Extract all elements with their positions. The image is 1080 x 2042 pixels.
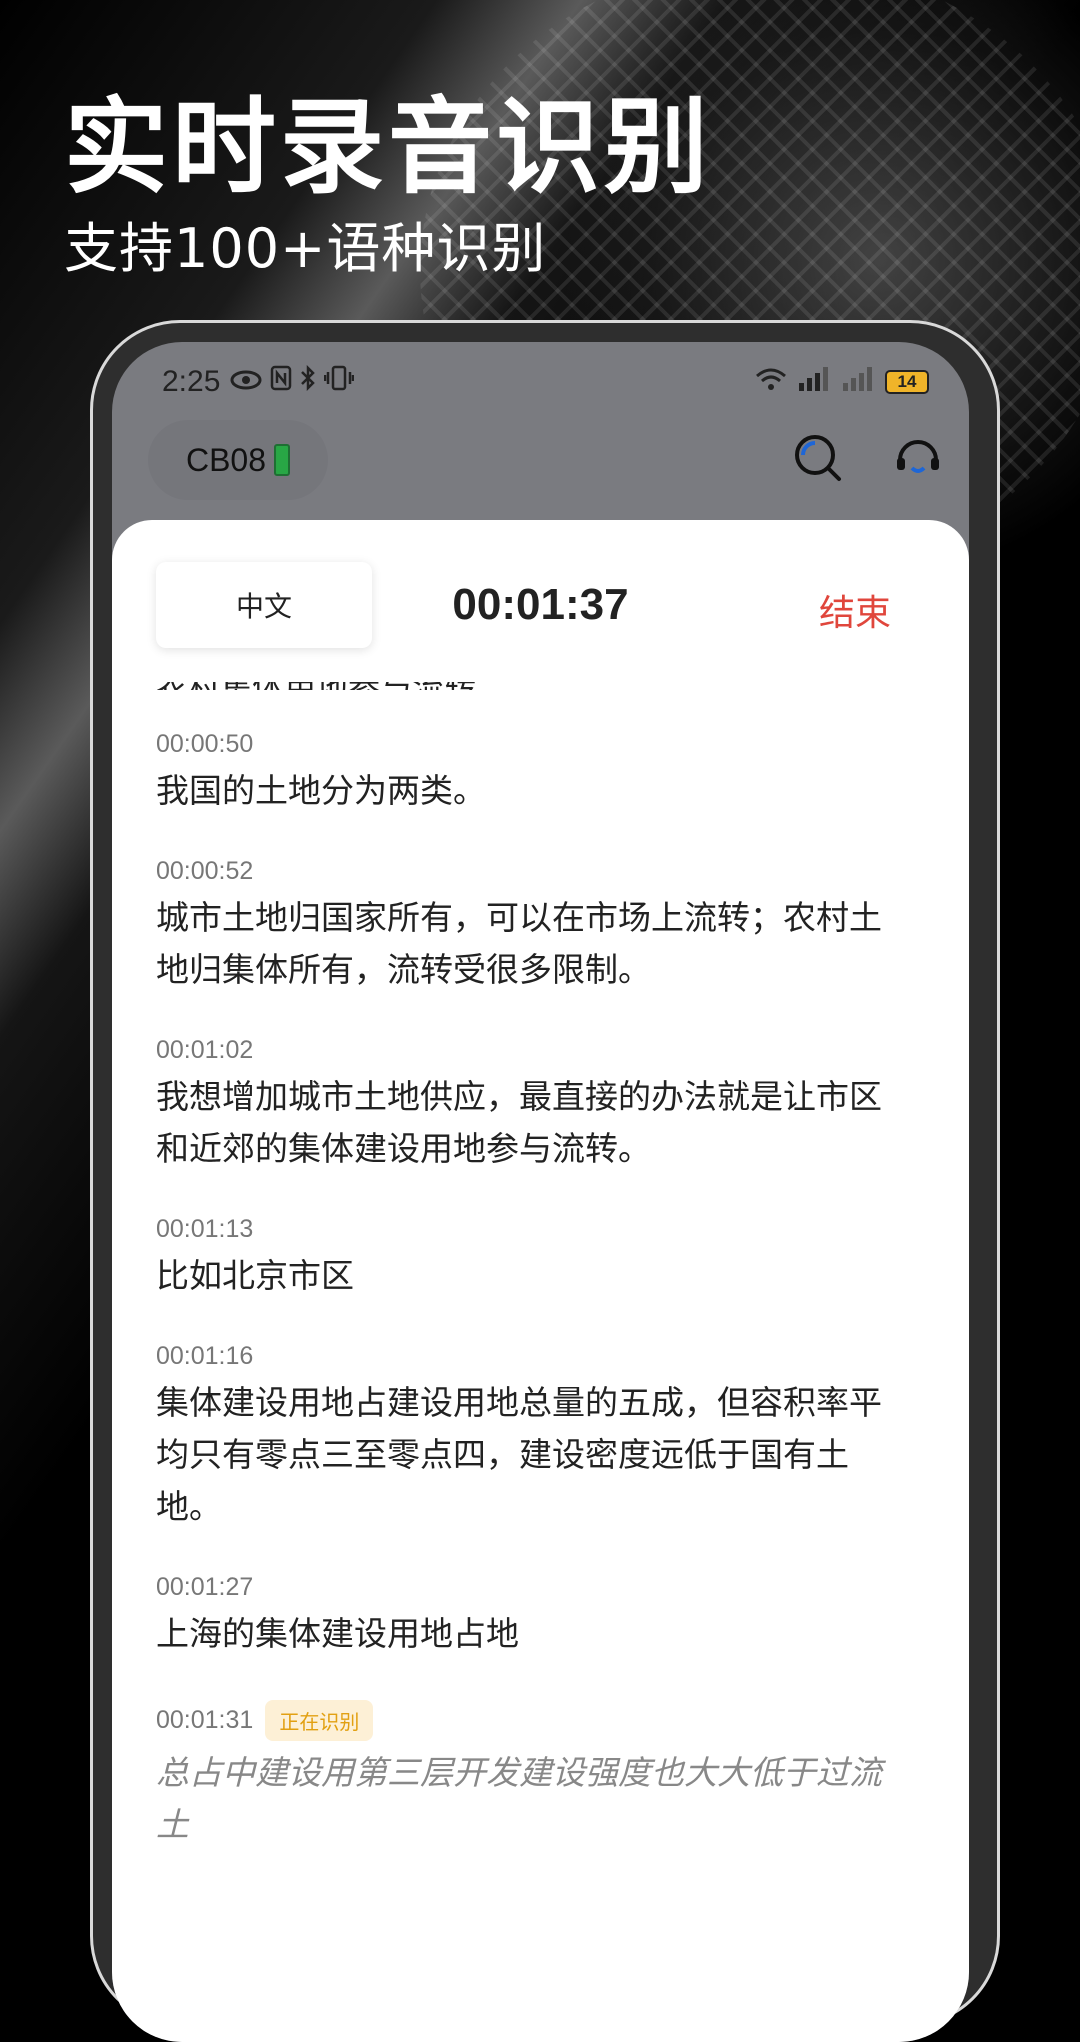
transcript-list[interactable]: 农村集体用地参与流转 00:00:50 我国的土地分为两类。 00:00:52 … [156, 682, 909, 2042]
hero-subtitle: 支持100+语种识别 [64, 217, 547, 280]
transcript-entry: 00:01:16 集体建设用地占建设用地总量的五成，但容积率平均只有零点三至零点… [156, 1342, 909, 1533]
transcript-cutoff-text: 农村集体用地参与流转 [156, 682, 909, 690]
entry-timestamp: 00:01:13 [156, 1215, 254, 1243]
eye-icon [230, 365, 262, 399]
search-icon [792, 432, 844, 488]
device-battery-icon [274, 444, 291, 476]
entry-text: 我想增加城市土地供应，最直接的办法就是让市区和近郊的集体建设用地参与流转。 [156, 1077, 882, 1168]
recognizing-badge: 正在识别 [265, 1700, 374, 1741]
battery-icon: 14 [885, 370, 929, 394]
hero-title: 实时录音识别 [64, 86, 713, 208]
entry-text-live: 总占中建设用第三层开发建设强度也大大低于过流土 [156, 1753, 882, 1844]
wifi-icon [755, 365, 787, 399]
recording-card: 中文 00:01:37 结束 农村集体用地参与流转 00:00:50 我国的土地… [112, 520, 969, 2042]
entry-timestamp: 00:01:02 [156, 1036, 254, 1064]
entry-text: 上海的集体建设用地占地 [156, 1614, 519, 1653]
entry-timestamp: 00:00:52 [156, 857, 254, 885]
entry-timestamp: 00:01:16 [156, 1342, 254, 1370]
nfc-icon [270, 365, 292, 399]
entry-text: 集体建设用地占建设用地总量的五成，但容积率平均只有零点三至零点四，建设密度远低于… [156, 1383, 882, 1526]
top-bar: CB08 [112, 412, 969, 512]
entry-timestamp: 00:00:50 [156, 730, 254, 758]
bluetooth-icon [300, 364, 316, 399]
entry-text: 城市土地归国家所有，可以在市场上流转；农村土地归集体所有，流转受很多限制。 [156, 898, 882, 989]
transcript-entry-live: 00:01:31 正在识别 总占中建设用第三层开发建设强度也大大低于过流土 [156, 1700, 909, 1851]
transcript-entry: 00:01:02 我想增加城市土地供应，最直接的办法就是让市区和近郊的集体建设用… [156, 1036, 909, 1175]
entry-timestamp: 00:01:31 [156, 1706, 254, 1734]
end-button[interactable]: 结束 [819, 584, 891, 636]
status-bar: 2:25 14 [162, 362, 929, 402]
entry-text: 比如北京市区 [156, 1256, 354, 1295]
device-chip[interactable]: CB08 [148, 420, 328, 500]
entry-text: 我国的土地分为两类。 [156, 771, 486, 810]
search-button[interactable] [788, 430, 848, 490]
entry-timestamp-row: 00:01:31 正在识别 [156, 1700, 909, 1741]
support-button[interactable] [888, 430, 948, 490]
transcript-entry: 00:01:27 上海的集体建设用地占地 [156, 1573, 909, 1660]
signal-icon-2 [841, 365, 875, 399]
headset-icon [892, 432, 944, 488]
transcript-entry: 00:00:50 我国的土地分为两类。 [156, 730, 909, 817]
signal-icon [797, 365, 831, 399]
vibrate-icon [324, 365, 355, 399]
device-name: CB08 [185, 441, 267, 478]
entry-timestamp: 00:01:27 [156, 1573, 254, 1601]
transcript-entry: 00:01:13 比如北京市区 [156, 1215, 909, 1302]
phone-screen: 2:25 14 CB08 中文 00:01:37 结束 00:00:50 我国的… [112, 342, 969, 2042]
transcript-entry: 00:00:52 城市土地归国家所有，可以在市场上流转；农村土地归集体所有，流转… [156, 857, 909, 996]
status-time: 2:25 [162, 365, 221, 398]
